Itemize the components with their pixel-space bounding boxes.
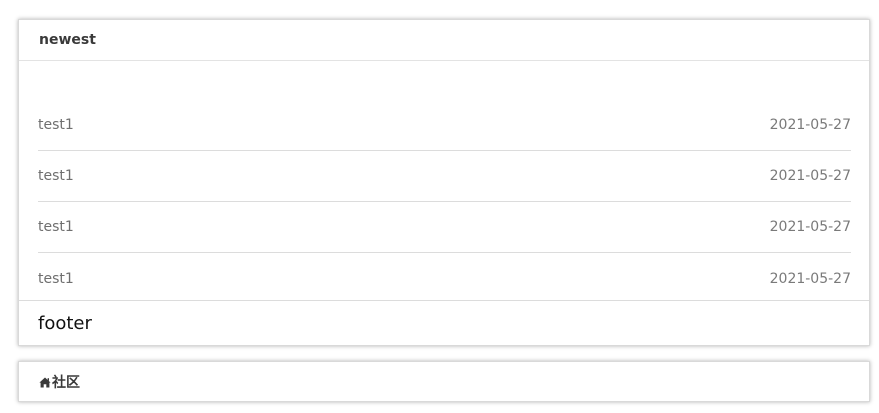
community-panel-title: 社区: [52, 374, 80, 391]
list-item-date: 2021-05-27: [769, 168, 851, 184]
list-item[interactable]: test1 2021-05-27: [38, 253, 851, 304]
list-item[interactable]: test1 2021-05-27: [38, 100, 851, 151]
community-panel: 社区: [18, 361, 870, 402]
list-item-title[interactable]: test1: [38, 219, 74, 235]
home-icon: [39, 376, 51, 388]
community-panel-header: 社区: [19, 362, 869, 401]
list-item-title[interactable]: test1: [38, 117, 74, 133]
newest-panel: newest test1 2021-05-27 test1 2021-05-27…: [18, 19, 870, 346]
newest-panel-footer: footer: [19, 300, 869, 345]
list-item-date: 2021-05-27: [769, 270, 851, 287]
list-item-title[interactable]: test1: [38, 168, 74, 184]
footer-text: footer: [38, 312, 92, 334]
list-item[interactable]: test1 2021-05-27: [38, 151, 851, 202]
newest-panel-header: newest: [19, 20, 869, 61]
newest-list: test1 2021-05-27 test1 2021-05-27 test1 …: [38, 100, 851, 304]
list-item-title[interactable]: test1: [38, 271, 74, 287]
newest-panel-title: newest: [39, 32, 96, 48]
list-item-date: 2021-05-27: [769, 117, 851, 133]
list-item-date: 2021-05-27: [769, 219, 851, 235]
list-item[interactable]: test1 2021-05-27: [38, 202, 851, 253]
